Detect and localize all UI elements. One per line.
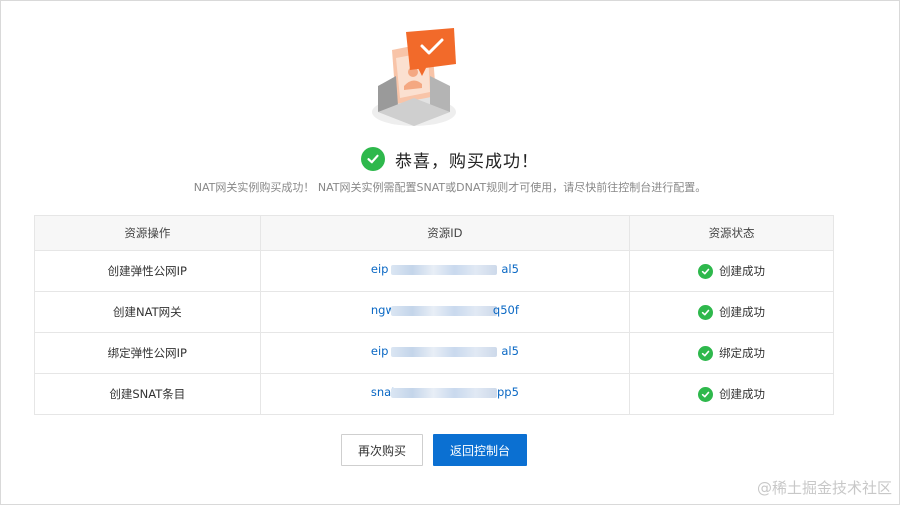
success-subtitle: NAT网关实例购买成功！ NAT网关实例需配置SNAT或DNAT规则才可使用，请… bbox=[193, 181, 707, 194]
column-header-resource-id: 资源ID bbox=[259, 215, 631, 251]
purchase-success-illustration-icon bbox=[372, 28, 456, 126]
resource-id-suffix: pp5 bbox=[496, 384, 519, 399]
status-text: 创建成功 bbox=[719, 264, 766, 278]
table-header-row: 资源操作 资源ID 资源状态 bbox=[34, 215, 834, 251]
success-check-icon bbox=[361, 147, 385, 171]
table-row: 创建SNAT条目 snat pp5 创建成功 bbox=[34, 373, 834, 415]
resource-id-link[interactable]: eip al5 bbox=[371, 262, 519, 278]
resource-id-prefix: eip bbox=[370, 343, 389, 358]
status-cell: 创建成功 bbox=[629, 373, 834, 415]
table-row: 创建NAT网关 ngw q50f 创建成功 bbox=[34, 291, 834, 333]
check-circle-icon bbox=[698, 345, 714, 361]
check-circle-icon bbox=[698, 386, 714, 402]
operation-cell: 创建NAT网关 bbox=[34, 291, 261, 333]
check-circle-icon bbox=[698, 263, 714, 279]
success-title-row: 恭喜，购买成功！ bbox=[0, 144, 900, 174]
status-badge: 绑定成功 bbox=[698, 345, 765, 361]
check-circle-icon bbox=[698, 304, 714, 320]
status-badge: 创建成功 bbox=[698, 386, 765, 402]
resource-id-suffix: q50f bbox=[492, 302, 519, 317]
operation-cell: 创建弹性公网IP bbox=[34, 250, 261, 292]
operation-cell: 创建SNAT条目 bbox=[34, 373, 261, 415]
resource-id-prefix: eip bbox=[370, 261, 389, 276]
resource-id-mask bbox=[390, 305, 497, 316]
column-header-status: 资源状态 bbox=[629, 215, 834, 251]
status-text: 创建成功 bbox=[719, 387, 766, 401]
buy-again-button[interactable]: 再次购买 bbox=[341, 434, 423, 466]
watermark-text: @稀土掘金技术社区 bbox=[756, 479, 892, 497]
status-text: 绑定成功 bbox=[719, 346, 766, 360]
resource-id-cell: eip al5 bbox=[259, 250, 631, 292]
status-badge: 创建成功 bbox=[698, 304, 765, 320]
resource-id-mask bbox=[390, 264, 497, 275]
resource-id-cell: eip al5 bbox=[259, 332, 631, 374]
resource-id-cell: ngw q50f bbox=[259, 291, 631, 333]
status-text: 创建成功 bbox=[719, 305, 766, 319]
back-to-console-button[interactable]: 返回控制台 bbox=[433, 434, 527, 466]
status-cell: 创建成功 bbox=[629, 250, 834, 292]
operation-cell: 绑定弹性公网IP bbox=[34, 332, 261, 374]
table-row: 绑定弹性公网IP eip al5 绑定成功 bbox=[34, 332, 834, 374]
resource-id-link[interactable]: snat pp5 bbox=[371, 385, 519, 401]
resource-id-mask bbox=[390, 346, 497, 357]
resource-id-link[interactable]: ngw q50f bbox=[371, 303, 519, 319]
resource-id-mask bbox=[390, 387, 497, 398]
table-row: 创建弹性公网IP eip al5 创建成功 bbox=[34, 250, 834, 292]
column-header-operation: 资源操作 bbox=[34, 215, 261, 251]
status-cell: 创建成功 bbox=[629, 291, 834, 333]
page-title: 恭喜，购买成功！ bbox=[395, 151, 539, 172]
resource-id-suffix: al5 bbox=[501, 261, 519, 276]
resource-id-cell: snat pp5 bbox=[259, 373, 631, 415]
resource-id-link[interactable]: eip al5 bbox=[371, 344, 519, 360]
status-badge: 创建成功 bbox=[698, 263, 765, 279]
status-cell: 绑定成功 bbox=[629, 332, 834, 374]
resource-id-suffix: al5 bbox=[501, 343, 519, 358]
resource-table: 资源操作 资源ID 资源状态 创建弹性公网IP eip al5 创建成功 创建N… bbox=[34, 215, 834, 415]
